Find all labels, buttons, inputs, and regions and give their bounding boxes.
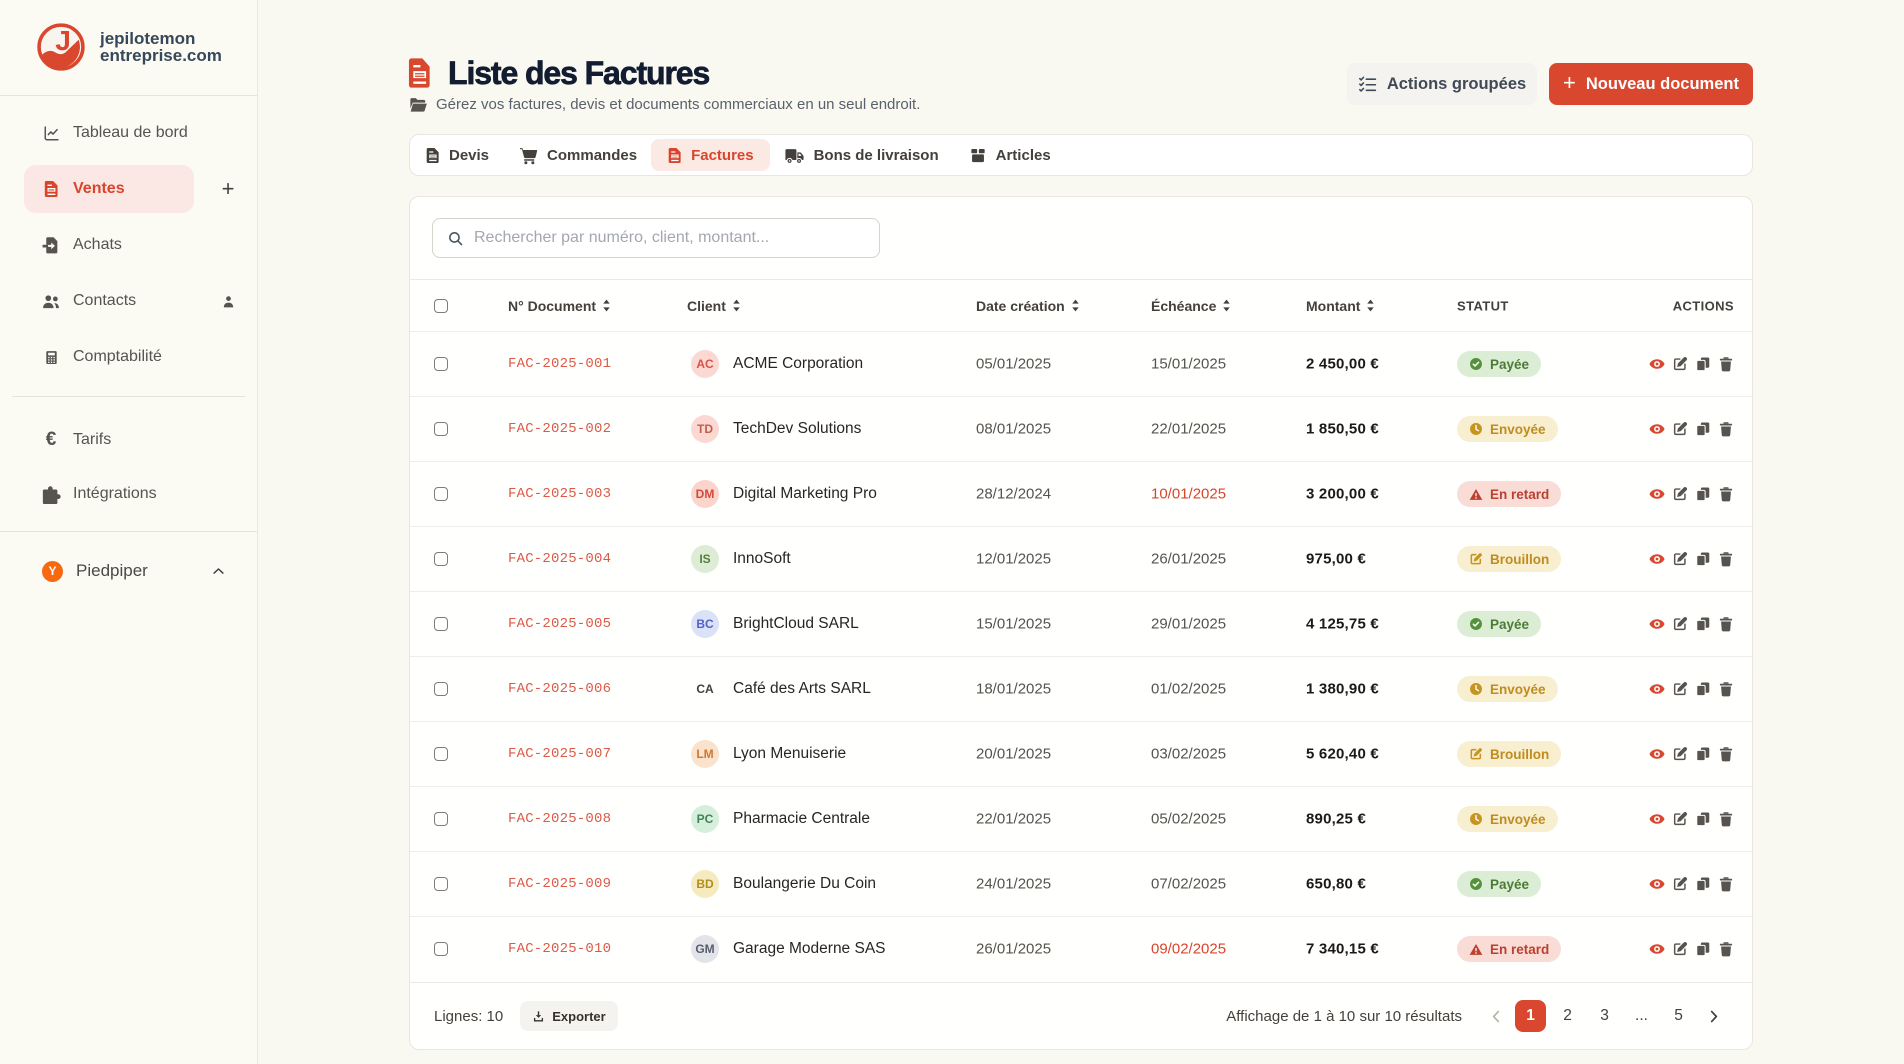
svg-text:J: J bbox=[55, 24, 71, 56]
